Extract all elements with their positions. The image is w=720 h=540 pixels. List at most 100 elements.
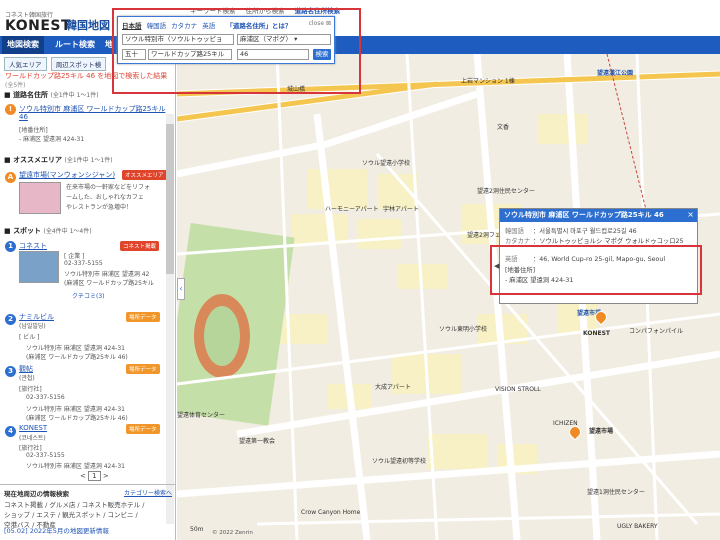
spot-3-korean-name: (관첩) bbox=[19, 375, 35, 382]
road-address-link[interactable]: ソウル特別市 麻浦区 ワールドカップ路25キル bbox=[19, 104, 165, 114]
konest-listed-badge: コネスト掲載 bbox=[120, 241, 160, 251]
area-desc-1: 在来市場の一軒家などをリフォ bbox=[66, 184, 151, 191]
map-label-17: 望遠1洞住民センター bbox=[587, 489, 645, 496]
area-desc-2: ームした、おしゃれなカフェ bbox=[66, 194, 144, 201]
area-desc-3: やレストランが急増中！ bbox=[66, 204, 133, 211]
info-katakana-value: ：ソウルトゥッピョルシ マポグ ウォルドゥコッロ25 bbox=[533, 238, 684, 245]
info-korean-key: 韓国語 bbox=[505, 228, 524, 235]
spot-4-phone: 02-337-5155 bbox=[26, 452, 65, 459]
area-thumbnail-image[interactable] bbox=[19, 182, 61, 214]
road-section-count: (全1件中 1〜1件) bbox=[50, 92, 99, 99]
map-label-8: 宇林アパート bbox=[383, 206, 419, 213]
map-label-18: UGLY BAKERY bbox=[617, 523, 658, 530]
road-section-label: 道路名住所 bbox=[13, 91, 49, 99]
app-window: コネスト韓国旅行 KONEST 韓国地図 キーワード検索 住所から検索 道路名住… bbox=[0, 0, 720, 540]
exclamation-pin-icon[interactable]: ! bbox=[5, 104, 16, 115]
spot-1-line-1: [ 企業 ] bbox=[64, 253, 85, 260]
scrollbar-thumb[interactable] bbox=[166, 124, 174, 274]
lot-address-value: - 麻浦区 望遠洞 424-31 bbox=[19, 136, 85, 143]
map-scale-label: 50m bbox=[190, 526, 204, 533]
map-label-9: ソウル東明小学校 bbox=[439, 326, 488, 333]
area-pin-icon[interactable]: A bbox=[5, 172, 16, 183]
road-address-link-number[interactable]: 46 bbox=[19, 113, 28, 121]
spot-section-count: (全4件中 1〜4件) bbox=[43, 228, 92, 235]
spot-title-konest-travel[interactable]: KONEST bbox=[19, 424, 47, 432]
info-popup-title[interactable]: ソウル特別市 麻浦区 ワールドカップ路25キル 46 bbox=[500, 209, 697, 222]
market-marker-label: 望遠市場 bbox=[589, 428, 614, 435]
map-label-3: 望遠漢江公園 bbox=[597, 70, 634, 77]
sidebar-scrollbar[interactable] bbox=[166, 114, 174, 524]
place-data-badge-2: 場所データ bbox=[126, 312, 160, 322]
tab-route-search[interactable]: ルート検索 bbox=[50, 36, 100, 54]
spot-2-address: ソウル特別市 麻浦区 望遠洞 424-31 bbox=[26, 345, 125, 352]
spot-2-category: [ ビル ] bbox=[19, 334, 40, 341]
prev-page-button[interactable]: < bbox=[80, 472, 86, 480]
konest-marker-label: KONEST bbox=[583, 330, 611, 337]
spot-4-category: [旅行社] bbox=[19, 445, 42, 452]
recommended-area-badge: オススメエリア bbox=[122, 170, 167, 180]
info-katakana-row: カタカナ ：ソウルトゥッピョルシ マポグ ウォルドゥコッロ25 bbox=[505, 236, 684, 245]
map-copyright: © 2022 Zenrin bbox=[212, 530, 253, 536]
map-label-21: 大成アパート bbox=[375, 384, 411, 391]
korea-map-title: 韓国地図 bbox=[66, 19, 110, 32]
left-results-panel: 人気エリア 周辺スポット検 ワールドカップ路25キル 46 を地図で検索した結果… bbox=[0, 54, 176, 540]
spot-3-road-address: (麻浦区 ワールドカップ路25キル 46) bbox=[26, 415, 128, 422]
spot-pin-3-icon[interactable]: 3 bbox=[5, 366, 16, 377]
subtab-popular-area[interactable]: 人気エリア bbox=[4, 57, 47, 71]
map-label-15: 望遠第一教会 bbox=[239, 438, 276, 445]
highlight-search-box bbox=[112, 8, 361, 94]
spot-4-korean-name: (코네스트) bbox=[19, 435, 46, 442]
place-data-badge-3: 場所データ bbox=[126, 364, 160, 374]
map-label-16: Crow Canyon Home bbox=[301, 509, 361, 516]
spot-section-label: スポット bbox=[13, 227, 42, 235]
spot-1-road-address: (麻浦区 ワールドカップ路25キル bbox=[64, 280, 154, 287]
spot-2-korean-name: (남일빌딩) bbox=[19, 323, 46, 330]
lot-address-label: [地番住所] bbox=[19, 127, 48, 134]
panel-collapse-button[interactable]: ‹ bbox=[177, 278, 185, 300]
recommended-area-section-title: ■ オススメエリア (全1件中 1〜1件) bbox=[4, 156, 113, 164]
area-section-count: (全1件中 1〜1件) bbox=[64, 157, 113, 164]
close-icon[interactable]: × bbox=[687, 210, 694, 219]
spot-1-address: ソウル特別市 麻浦区 望遠洞 42 bbox=[64, 271, 150, 278]
konest-thumbnail-image[interactable] bbox=[19, 251, 59, 283]
spot-pin-4-icon[interactable]: 4 bbox=[5, 426, 16, 437]
spot-4-address: ソウル特別市 麻浦区 望遠洞 424-31 bbox=[26, 463, 125, 470]
konest-logo[interactable]: KONEST bbox=[5, 18, 71, 34]
spot-2-road-address: (麻浦区 ワールドカップ路25キル 46) bbox=[26, 354, 128, 361]
info-korean-row: 韓国語 ：서울특별시 마포구 월드컵로25길 46 bbox=[505, 226, 637, 235]
spot-1-phone: 02-337-5155 bbox=[64, 260, 103, 267]
spot-3-address: ソウル特別市 麻浦区 望遠洞 424-31 bbox=[26, 406, 125, 413]
spot-1-reviews-link[interactable]: クチコミ(3) bbox=[72, 291, 105, 300]
spot-pin-1-icon[interactable]: 1 bbox=[5, 241, 16, 252]
map-label-14: 望遠体育センター bbox=[177, 412, 226, 419]
map-label-7: ハーモニーアパート bbox=[325, 206, 379, 213]
road-address-section-title: ■ 道路名住所 (全1件中 1〜1件) bbox=[4, 91, 99, 99]
nearby-links-1[interactable]: コネスト掲載 / グルメ店 / コネスト販売ホテル / bbox=[4, 500, 172, 510]
map-label-22: ソウル望遠初等学校 bbox=[372, 458, 427, 465]
spot-title-konest[interactable]: コネスト bbox=[19, 241, 47, 251]
subtab-nearby-spot[interactable]: 周辺スポット検 bbox=[50, 57, 107, 71]
spot-pin-2-icon[interactable]: 2 bbox=[5, 314, 16, 325]
map-label-4: ソウル望遠小学校 bbox=[362, 160, 411, 167]
map-label-11: コンパフォンパイル bbox=[629, 328, 684, 335]
tab-map-search[interactable]: 地図検索 bbox=[2, 36, 44, 54]
current-page[interactable]: 1 bbox=[88, 471, 101, 481]
result-count: (全5件) bbox=[5, 82, 26, 89]
info-korean-value: ：서울특별시 마포구 월드컵로25길 46 bbox=[533, 228, 637, 235]
area-section-label: オススメエリア bbox=[13, 156, 63, 164]
map-label-2: 文香 bbox=[497, 124, 510, 131]
spot-section-title: ■ スポット (全4件中 1〜4件) bbox=[4, 227, 92, 235]
mangwon-market-link[interactable]: 望遠市場(マンウォンシジャン) bbox=[19, 170, 115, 180]
map-label-5: 望遠2洞住民センター bbox=[477, 188, 535, 195]
map-update-news-link[interactable]: [05.02] 2022年5月の地図更新情報 bbox=[4, 525, 109, 535]
pagination: < 1 > bbox=[80, 471, 109, 481]
map-label-13: VISION STROLL bbox=[495, 386, 541, 393]
place-data-badge-4: 場所データ bbox=[126, 424, 160, 434]
next-page-button[interactable]: > bbox=[103, 472, 109, 480]
nearby-links-2[interactable]: ショップ / エステ / 観光スポット / コンビニ / bbox=[4, 510, 172, 520]
map-label-1: 上岩マンション 1棟 bbox=[461, 78, 515, 85]
highlight-english-address bbox=[490, 245, 702, 295]
spot-3-category: [旅行社] bbox=[19, 386, 42, 393]
category-search-link[interactable]: カテゴリー検索へ bbox=[124, 488, 172, 497]
info-katakana-key: カタカナ bbox=[505, 238, 531, 245]
